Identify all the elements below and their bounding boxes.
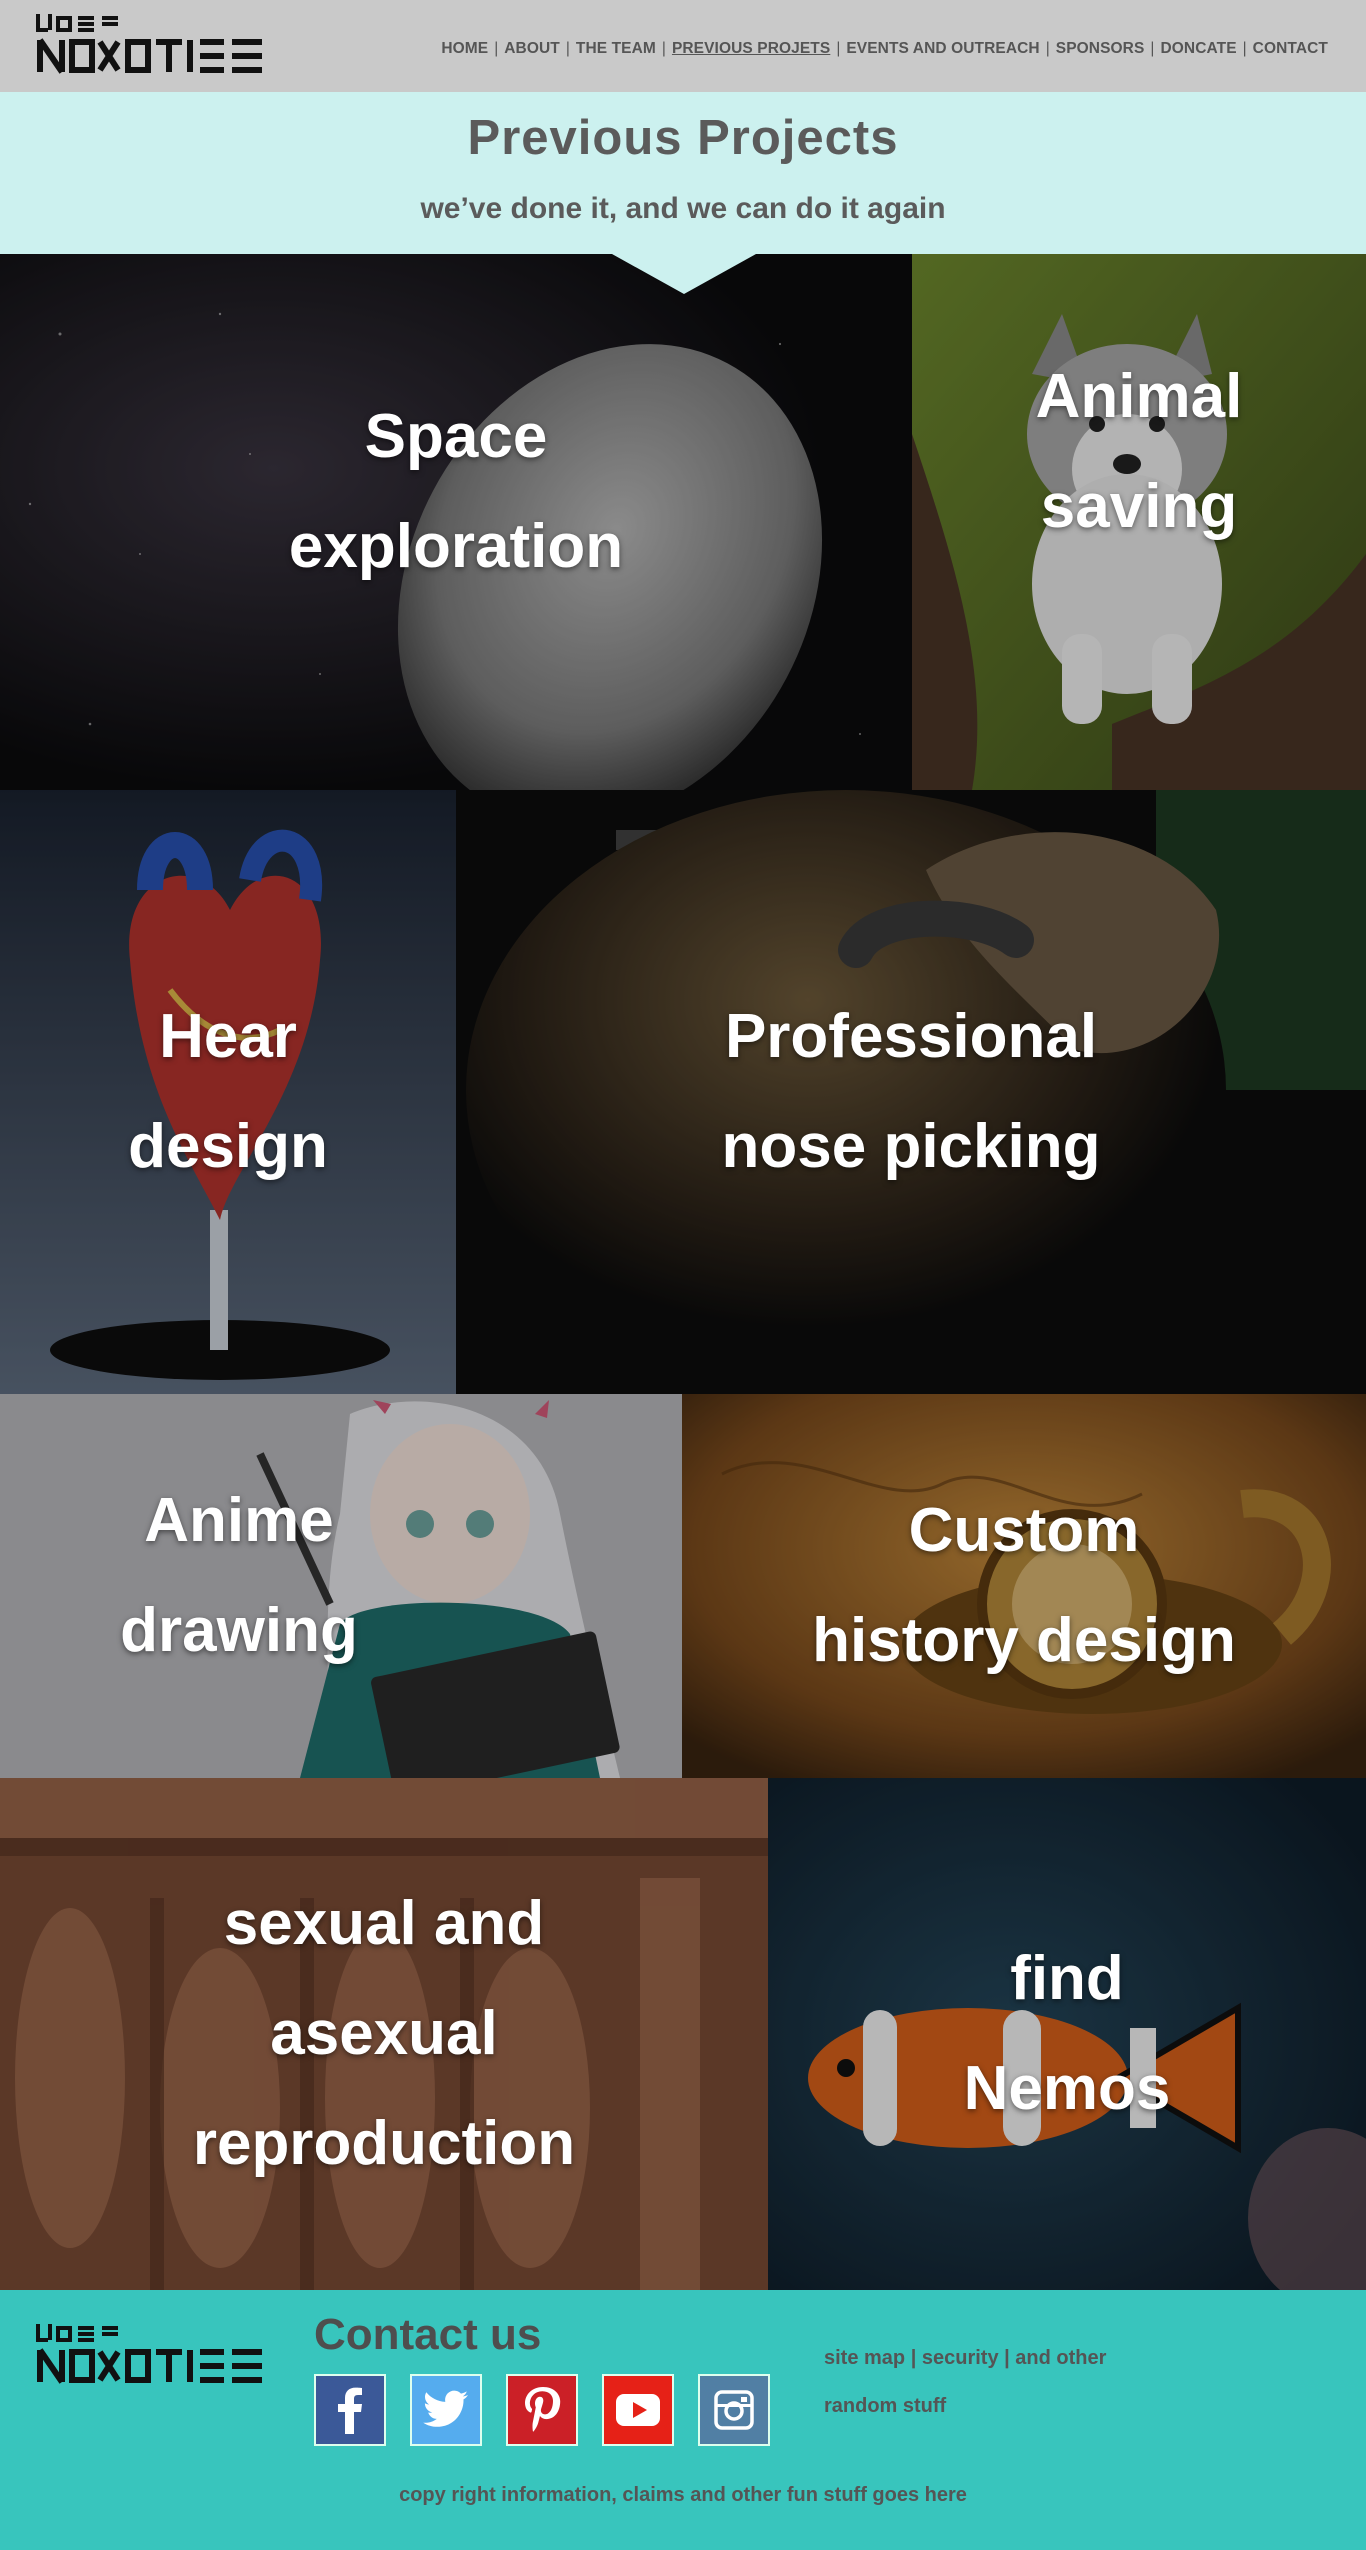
social-links [314, 2374, 770, 2446]
youtube-icon [616, 2394, 660, 2426]
footer-links: site map | security | and other random s… [824, 2334, 1184, 2430]
page-subtitle: we’ve done it, and we can do it again [420, 192, 946, 225]
youtube-button[interactable] [602, 2374, 674, 2446]
project-tile-anime[interactable]: Anime drawing [0, 1394, 682, 1778]
project-tile-history[interactable]: Custom history design [682, 1394, 1366, 1778]
pinterest-icon [525, 2387, 561, 2432]
nav-separator: | [1242, 40, 1247, 57]
project-label: Animal saving [1035, 362, 1243, 541]
site-header: HOME | ABOUT | THE TEAM | PREVIOUS PROJE… [0, 0, 1366, 92]
facebook-button[interactable] [314, 2374, 386, 2446]
hero-notch [612, 254, 756, 294]
nav-home[interactable]: HOME [441, 40, 488, 58]
nav-separator: | [494, 40, 499, 57]
project-tile-heart[interactable]: Hear design [0, 790, 456, 1394]
nav-separator: | [661, 40, 666, 57]
twitter-button[interactable] [410, 2374, 482, 2446]
project-tile-animal[interactable]: Animal saving [912, 254, 1366, 790]
footer-link-row[interactable]: random stuff [824, 2382, 1184, 2430]
nav-separator: | [565, 40, 570, 57]
project-label: Space exploration [288, 402, 624, 581]
footer-link-row[interactable]: site map | security | and other [824, 2334, 1184, 2382]
page-title: Previous Projects [467, 111, 899, 165]
project-label: Professional nose picking [721, 1002, 1101, 1181]
contact-title: Contact us [314, 2310, 542, 2359]
project-label: find Nemos [963, 1944, 1171, 2123]
main-nav: HOME | ABOUT | THE TEAM | PREVIOUS PROJE… [441, 40, 1328, 58]
nav-separator: | [1045, 40, 1050, 57]
nav-previous-projects[interactable]: PREVIOUS PROJETS [672, 40, 830, 58]
footer-logo[interactable] [36, 2320, 268, 2386]
site-footer: Contact us site map | security | and oth… [0, 2290, 1366, 2550]
nav-separator: | [836, 40, 841, 57]
project-label: Hear design [128, 1002, 328, 1181]
site-logo[interactable] [36, 10, 268, 76]
instagram-icon [714, 2390, 754, 2430]
page-hero: Previous Projects we’ve done it, and we … [0, 92, 1366, 254]
instagram-button[interactable] [698, 2374, 770, 2446]
nav-about[interactable]: ABOUT [504, 40, 560, 58]
nav-donate[interactable]: DONCATE [1160, 40, 1236, 58]
project-tile-reproduction[interactable]: sexual and asexual reproduction [0, 1778, 768, 2290]
nav-sponsors[interactable]: SPONSORS [1056, 40, 1145, 58]
project-label: Anime drawing [120, 1486, 358, 1665]
project-tile-nemo[interactable]: find Nemos [768, 1778, 1366, 2290]
project-label: Custom history design [812, 1496, 1236, 1675]
pinterest-button[interactable] [506, 2374, 578, 2446]
nav-separator: | [1150, 40, 1155, 57]
facebook-icon [338, 2387, 362, 2434]
project-label: sexual and asexual reproduction [192, 1889, 576, 2178]
nav-the-team[interactable]: THE TEAM [576, 40, 656, 58]
project-tile-chimp[interactable]: Professional nose picking [456, 790, 1366, 1394]
twitter-icon [423, 2390, 468, 2427]
nav-events-outreach[interactable]: EVENTS AND OUTREACH [846, 40, 1039, 58]
project-tile-space[interactable]: Space exploration [0, 254, 912, 790]
copyright-text: copy right information, claims and other… [399, 2484, 967, 2506]
nav-contact[interactable]: CONTACT [1253, 40, 1328, 58]
